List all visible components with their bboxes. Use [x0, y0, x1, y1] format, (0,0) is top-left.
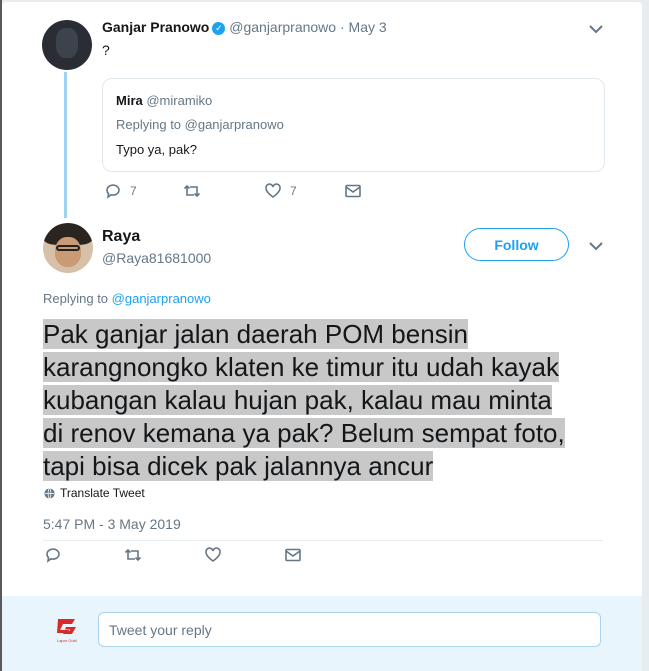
- reply-input[interactable]: [98, 612, 601, 647]
- follow-button[interactable]: Follow: [464, 228, 569, 261]
- lapor-gub-logo: Lapor Gub!: [57, 619, 77, 643]
- quoted-replying-to: Replying to @ganjarpranowo: [116, 117, 284, 132]
- parent-handle[interactable]: @ganjarpranowo: [229, 19, 336, 35]
- logo-text: Lapor Gub!: [57, 638, 77, 643]
- reply-icon: [106, 184, 120, 199]
- replying-to: Replying to @ganjarpranowo: [43, 291, 211, 306]
- main-avatar[interactable]: [43, 223, 93, 273]
- heart-icon: [265, 183, 281, 198]
- replying-to-prefix: Replying to: [43, 291, 109, 306]
- tweet-text-line: kubangan kalau hujan pak, kalau mau mint…: [43, 385, 552, 415]
- quoted-tweet[interactable]: Mira @miramiko Replying to @ganjarpranow…: [102, 78, 605, 172]
- tweet-permalink-card: Ganjar Pranowo ✓ @ganjarpranowo · May 3 ?…: [2, 2, 642, 671]
- parent-date[interactable]: · May 3: [340, 19, 387, 35]
- tweet-text-line: karangnongko klaten ke timur itu udah ka…: [43, 352, 559, 382]
- main-handle[interactable]: @Raya81681000: [102, 250, 211, 266]
- window-gutter: [642, 0, 649, 671]
- envelope-icon: [285, 548, 301, 562]
- conversation-thread-line: [64, 72, 67, 218]
- main-tweet-text: Pak ganjar jalan daerah POM bensin karan…: [43, 318, 618, 483]
- replying-to-handle-link[interactable]: @ganjarpranowo: [112, 291, 211, 306]
- retweet-icon: [124, 548, 142, 562]
- verified-badge-icon: ✓: [212, 22, 226, 35]
- quoted-tweet-header: Mira @miramiko: [116, 93, 212, 108]
- retweet-action[interactable]: [124, 546, 142, 564]
- parent-tweet-text: ?: [102, 42, 110, 58]
- reply-action[interactable]: 7: [104, 182, 137, 200]
- chevron-down-icon[interactable]: [589, 24, 603, 34]
- chevron-down-icon[interactable]: [589, 241, 603, 251]
- parent-tweet-header: Ganjar Pranowo ✓ @ganjarpranowo · May 3: [102, 19, 387, 35]
- translate-tweet-link[interactable]: Translate Tweet: [44, 486, 145, 500]
- globe-icon: [44, 487, 55, 499]
- direct-message-action[interactable]: [284, 546, 302, 564]
- quoted-tweet-text: Typo ya, pak?: [116, 142, 197, 157]
- tweet-text-line: Pak ganjar jalan daerah POM bensin: [43, 319, 468, 349]
- direct-message-action[interactable]: [344, 182, 362, 200]
- parent-display-name[interactable]: Ganjar Pranowo: [102, 19, 209, 35]
- main-display-name[interactable]: Raya: [102, 228, 140, 246]
- like-count: 7: [290, 184, 297, 198]
- heart-icon: [205, 547, 221, 562]
- translate-tweet-label: Translate Tweet: [60, 486, 145, 500]
- envelope-icon: [345, 184, 361, 198]
- tweet-text-line: di renov kemana ya pak? Belum sempat fot…: [43, 418, 565, 448]
- parent-avatar[interactable]: [42, 20, 92, 70]
- quoted-display-name: Mira: [116, 93, 143, 108]
- divider: [43, 540, 603, 541]
- retweet-icon: [183, 184, 201, 198]
- retweet-action[interactable]: [183, 182, 201, 200]
- tweet-text-line: tapi bisa dicek pak jalannya ancur: [43, 451, 434, 481]
- like-action[interactable]: 7: [264, 182, 297, 200]
- tweet-timestamp[interactable]: 5:47 PM - 3 May 2019: [43, 516, 181, 532]
- reply-action[interactable]: [44, 546, 62, 564]
- like-action[interactable]: [204, 546, 222, 564]
- reply-count: 7: [130, 184, 137, 198]
- reply-icon: [46, 548, 60, 563]
- quoted-handle: @miramiko: [146, 93, 213, 108]
